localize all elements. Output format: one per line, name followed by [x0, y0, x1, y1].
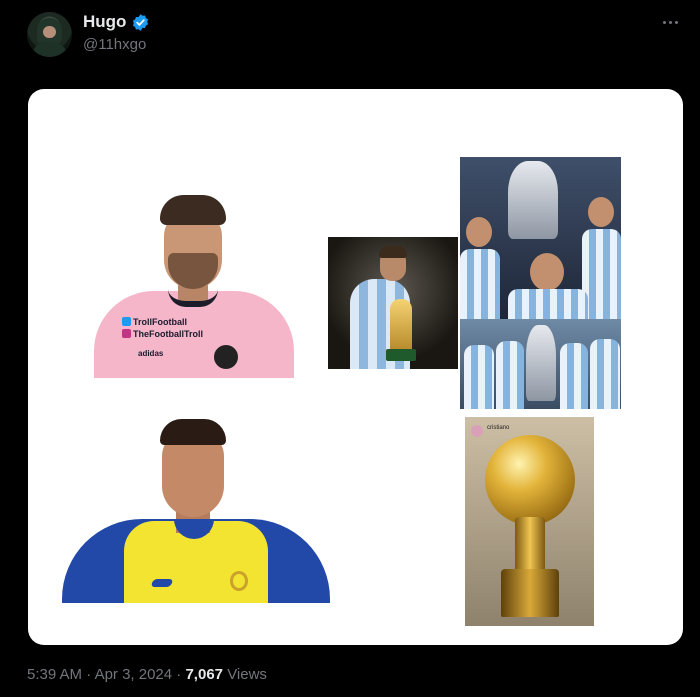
player — [496, 341, 524, 409]
avatar-body — [32, 42, 67, 57]
views-label: Views — [227, 666, 267, 683]
player-head — [466, 217, 492, 247]
more-dot — [674, 20, 678, 24]
club-crest-icon — [230, 571, 248, 591]
separator: · — [86, 666, 92, 683]
copa-celebration-photo — [460, 157, 621, 319]
more-dot — [662, 20, 666, 24]
trophy-stem — [515, 517, 545, 577]
hair — [379, 246, 407, 258]
more-dot — [668, 20, 672, 24]
author-avatar[interactable] — [27, 12, 72, 57]
player — [508, 289, 588, 319]
player — [590, 339, 620, 409]
instagram-username: cristiano — [487, 425, 510, 431]
player-head — [588, 197, 614, 227]
golden-ball-icon — [485, 435, 575, 525]
world-cup-trophy-icon — [390, 299, 412, 354]
hair — [160, 195, 226, 225]
golden-ball-trophy-photo: cristiano — [465, 417, 594, 626]
messi-world-cup-photo — [328, 237, 458, 369]
author-name-row: Hugo — [83, 12, 150, 32]
club-crest-icon — [212, 343, 240, 371]
tweet-media-image[interactable]: TrollFootball TheFootballTroll adidas cr… — [28, 89, 683, 645]
views-count: 7,067 — [185, 666, 224, 683]
player — [460, 249, 500, 319]
player-head — [530, 253, 564, 291]
player — [464, 345, 494, 409]
player — [560, 343, 588, 409]
twitter-icon — [122, 317, 131, 326]
tweet-date[interactable]: Apr 3, 2024 — [95, 666, 173, 683]
hair — [160, 419, 226, 445]
trophy-icon — [526, 325, 556, 401]
ronaldo-al-nassr-photo — [62, 419, 330, 603]
watermark-twitter: TrollFootball — [122, 317, 187, 327]
watermark-instagram: TheFootballTroll — [122, 329, 203, 339]
more-options-icon[interactable] — [658, 14, 682, 30]
messi-inter-miami-photo: TrollFootball TheFootballTroll adidas — [94, 193, 294, 378]
copa-trophy-icon — [508, 161, 558, 239]
verified-badge-icon — [133, 13, 149, 31]
trophy-base — [501, 569, 559, 617]
tweet-header: Hugo @11hxgo — [27, 10, 682, 60]
trophy-base — [386, 349, 416, 361]
adidas-logo: adidas — [138, 349, 164, 358]
tweet-timestamp-row: 5:39 AM · Apr 3, 2024 · 7,067 Views — [27, 666, 267, 683]
author-handle[interactable]: @11hxgo — [83, 36, 146, 53]
instagram-avatar-icon — [471, 425, 483, 437]
team-trophy-photo — [460, 319, 621, 409]
avatar-face — [43, 26, 56, 38]
separator: · — [176, 666, 182, 683]
instagram-icon — [122, 329, 131, 338]
tweet-time[interactable]: 5:39 AM — [27, 666, 82, 683]
author-display-name[interactable]: Hugo — [83, 12, 126, 32]
